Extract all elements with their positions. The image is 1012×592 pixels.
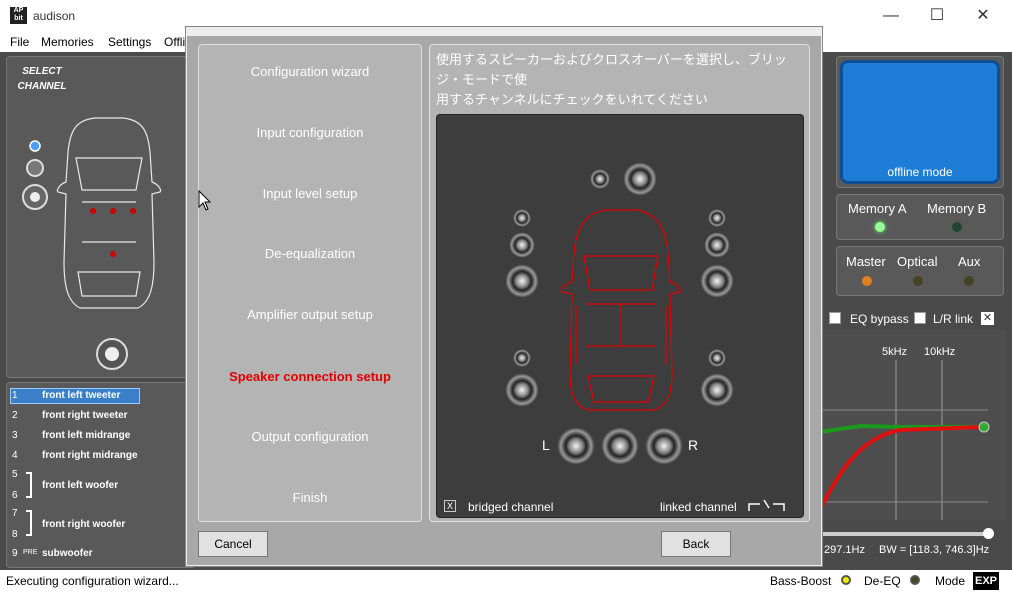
channel-row[interactable]: front right tweeter [42,410,128,421]
speaker-rear-left-woofer [505,373,539,407]
menu-memories[interactable]: Memories [41,35,94,49]
speaker-front-right-woofer [700,264,734,298]
offline-mode-label: offline mode [887,165,953,179]
frequency-readout: 297.1Hz [824,544,865,556]
de-eq-led [910,575,920,585]
eq-curve-icon [820,360,990,520]
app-logo: AP bit [10,7,27,24]
instruction-line-1: 使用するスピーカーおよびクロスオーバーを選択し、ブリッジ・モードで使 [436,52,787,87]
channel-row[interactable]: front left midrange [42,430,130,441]
close-button[interactable]: ✕ [960,0,1006,32]
speaker-front-left-woofer [505,264,539,298]
freq-10k-label: 10kHz [924,346,956,358]
memory-a-label: Memory A [848,201,907,216]
aux-label: Aux [958,254,981,269]
step-speaker-connection-setup: Speaker connection setup [229,369,391,384]
channel-row[interactable]: front right midrange [42,450,138,461]
speaker-rear-right-woofer [700,373,734,407]
minimize-button[interactable]: — [868,0,914,32]
instruction-line-2: 用するチャンネルにチェックをいれてください [436,92,708,107]
eq-bypass-checkbox[interactable] [829,312,841,324]
channel-number: 2 [12,410,18,421]
bridged-channel-label: bridged channel [468,500,554,514]
lr-link-label: L/R link [933,312,974,326]
channel-number: 4 [12,450,18,461]
eq-bypass-label: EQ bypass [850,312,909,326]
menu-settings[interactable]: Settings [108,35,151,49]
speaker-center-mid [623,162,657,196]
car-top-view-icon [22,117,162,370]
channel-row[interactable]: front left tweeter [42,390,120,401]
master-led[interactable] [862,276,872,286]
step-configuration-wizard: Configuration wizard [250,64,370,79]
menu-file[interactable]: File [10,35,29,49]
speaker-sub-3 [645,427,683,465]
channel-row[interactable]: front right woofer [42,519,125,530]
bridge-bracket [26,510,32,536]
speaker-rear-right-tweeter [708,349,726,367]
de-eq-label: De-EQ [864,574,901,588]
speaker-center-tweeter [590,169,610,189]
speaker-front-left-tweeter [513,209,531,227]
lr-link-checkbox[interactable] [914,312,926,324]
memory-a-led[interactable] [875,222,885,232]
speaker-rear-left-tweeter [513,349,531,367]
speaker-front-right-mid [704,232,730,258]
bass-boost-label: Bass-Boost [770,574,832,588]
back-button[interactable]: Back [661,531,731,557]
memory-b-label: Memory B [927,201,987,216]
bridge-bracket [26,472,32,498]
channel-number: 8 [12,529,18,540]
channel-number: 1 [12,390,18,401]
instruction-text: 使用するスピーカーおよびクロスオーバーを選択し、ブリッジ・モードで使 用するチャ… [436,50,806,110]
optical-led[interactable] [913,276,923,286]
maximize-button[interactable]: ☐ [914,0,960,32]
close-x-icon[interactable]: ✕ [981,312,994,325]
eq-slider-track[interactable] [822,532,988,536]
step-de-equalization: De-equalization [264,246,356,261]
speaker-layout-icon [505,162,785,511]
exp-mode-badge[interactable]: EXP [973,572,999,590]
speaker-front-left-mid [509,232,535,258]
step-input-level-setup: Input level setup [262,186,358,201]
step-finish: Finish [292,490,328,505]
bass-boost-led [841,575,851,585]
speaker-front-right-tweeter [708,209,726,227]
window-title: audison [33,9,76,23]
master-label: Master [846,254,886,269]
channel-row[interactable]: front left woofer [42,480,118,491]
linked-channel-label: linked channel [660,500,737,514]
channel-number: 5 [12,469,18,480]
select-channel-label: SELECT CHANNEL [17,66,67,92]
status-message: Executing configuration wizard... [6,574,179,588]
channel-number: 7 [12,508,18,519]
channel-number: 6 [12,490,18,501]
channel-row[interactable]: subwoofer [42,548,93,559]
speaker-sub-1 [557,427,595,465]
pre-badge: PRE [23,549,38,556]
bridged-channel-checkbox[interactable]: X [444,500,456,512]
memory-b-led[interactable] [952,222,962,232]
bandwidth-readout: BW = [118.3, 746.3]Hz [879,544,990,556]
step-input-configuration: Input configuration [256,125,364,140]
cancel-button[interactable]: Cancel [198,531,268,557]
freq-5k-label: 5kHz [882,346,908,358]
right-side-label: R [688,437,699,453]
mouse-cursor-icon [198,190,212,211]
wizard-steps-panel [198,44,422,522]
channel-number: 9 [12,548,18,559]
step-amplifier-output-setup: Amplifier output setup [247,307,373,322]
eq-slider-handle[interactable] [983,528,994,539]
speaker-sub-2 [601,427,639,465]
menu-offline[interactable]: Offli [164,35,185,49]
mode-label: Mode [935,574,966,588]
step-output-configuration: Output configuration [251,429,369,444]
optical-label: Optical [897,254,938,269]
left-side-label: L [542,437,550,453]
aux-led[interactable] [964,276,974,286]
channel-number: 3 [12,430,18,441]
